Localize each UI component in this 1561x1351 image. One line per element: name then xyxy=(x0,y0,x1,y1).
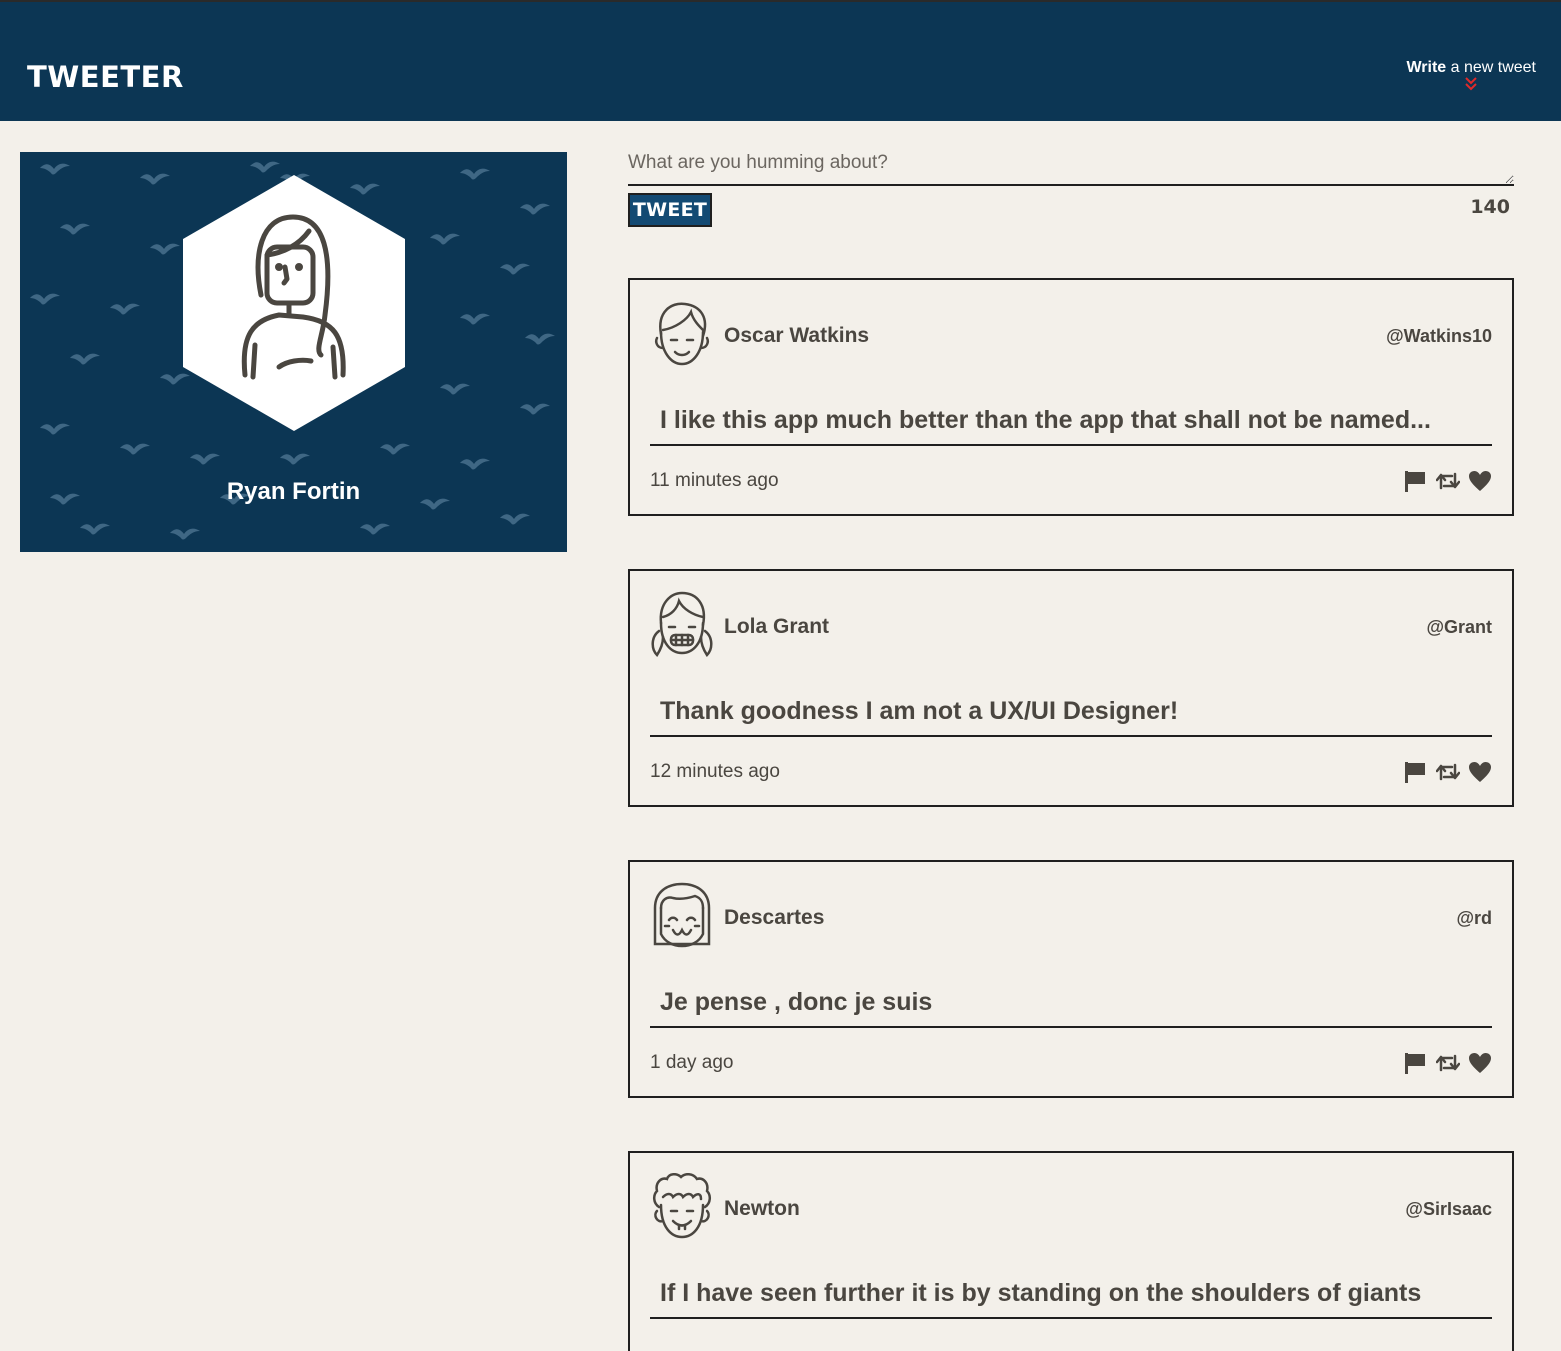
write-new-tweet-link[interactable]: Write a new tweet xyxy=(1406,59,1536,91)
tweet-author-name: Newton xyxy=(724,1197,800,1220)
tweet-author-handle: @Grant xyxy=(1426,617,1492,637)
tweet-content: I like this app much better than the app… xyxy=(650,392,1492,446)
profile-avatar xyxy=(183,175,405,431)
tweet-author-name: Oscar Watkins xyxy=(724,324,870,347)
heart-icon[interactable] xyxy=(1468,470,1492,492)
top-nav-bar: TWEETER Write a new tweet xyxy=(0,0,1561,121)
boy-avatar-icon xyxy=(655,302,709,366)
tweet-card: Newton @SirIsaac If I have seen further … xyxy=(628,1151,1514,1351)
tweet-text-input[interactable] xyxy=(628,148,1514,186)
retweet-icon[interactable] xyxy=(1435,1052,1460,1074)
bob-hair-avatar-icon xyxy=(653,882,711,948)
tweet-card: Oscar Watkins @Watkins10 I like this app… xyxy=(628,278,1514,516)
curly-hair-avatar-icon xyxy=(653,1173,711,1239)
flag-icon[interactable] xyxy=(1403,761,1427,783)
profile-card: Ryan Fortin xyxy=(20,152,567,552)
flag-icon[interactable] xyxy=(1403,470,1427,492)
tweet-content: Je pense , donc je suis xyxy=(650,974,1492,1028)
tweet-actions xyxy=(1399,470,1492,492)
tweet-composer: TWEET 140 xyxy=(628,148,1514,227)
compose-link-bold: Write xyxy=(1406,59,1447,76)
retweet-icon[interactable] xyxy=(1435,761,1460,783)
tweet-author-handle: @SirIsaac xyxy=(1405,1199,1492,1219)
app-logo: TWEETER xyxy=(27,60,184,94)
tweet-timestamp: 11 minutes ago xyxy=(650,470,779,491)
compose-link-rest: a new tweet xyxy=(1446,59,1536,76)
tweet-author-handle: @Watkins10 xyxy=(1386,326,1492,346)
character-counter: 140 xyxy=(1470,196,1510,218)
tweet-content: If I have seen further it is by standing… xyxy=(650,1265,1492,1319)
tweet-submit-button[interactable]: TWEET xyxy=(628,193,712,227)
heart-icon[interactable] xyxy=(1468,761,1492,783)
heart-icon[interactable] xyxy=(1468,1052,1492,1074)
tweet-timestamp: 1 day ago xyxy=(650,1052,734,1073)
double-chevron-down-icon xyxy=(1465,77,1477,91)
retweet-icon[interactable] xyxy=(1435,470,1460,492)
tweet-author-handle: @rd xyxy=(1456,908,1492,928)
tweet-actions xyxy=(1399,761,1492,783)
tweet-content: Thank goodness I am not a UX/UI Designer… xyxy=(650,683,1492,737)
girl-pigtails-avatar-icon xyxy=(651,591,713,657)
tweet-author-name: Descartes xyxy=(724,906,825,929)
tweet-card: Lola Grant @Grant Thank goodness I am no… xyxy=(628,569,1514,807)
profile-name: Ryan Fortin xyxy=(226,478,361,505)
tweet-timestamp: 12 minutes ago xyxy=(650,761,780,782)
tweet-author-name: Lola Grant xyxy=(724,615,830,638)
tweet-actions xyxy=(1399,1052,1492,1074)
tweet-card: Descartes @rd Je pense , donc je suis 1 … xyxy=(628,860,1514,1098)
flag-icon[interactable] xyxy=(1403,1052,1427,1074)
